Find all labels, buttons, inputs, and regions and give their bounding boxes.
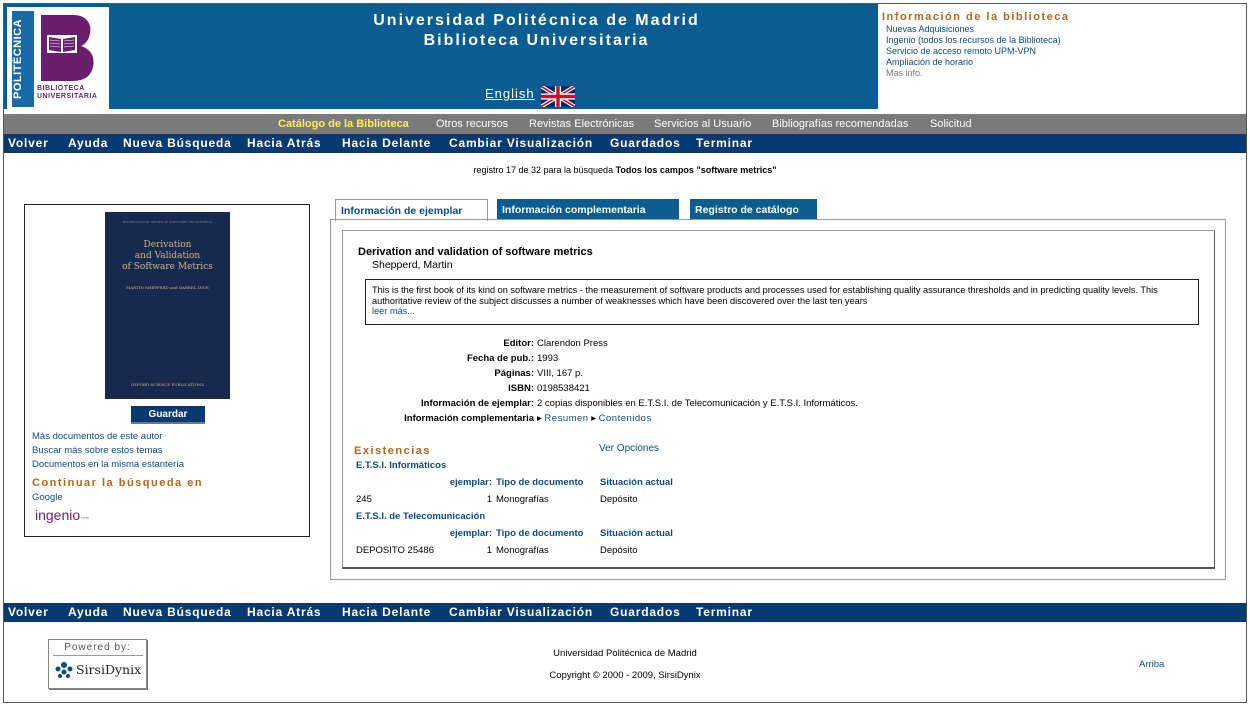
tab-registro-catalogo[interactable]: Registro de catálogo [690, 199, 817, 219]
info-link-hours[interactable]: Ampliación de horario [886, 57, 1246, 68]
field-row: Páginas: VIII, 167 p. [494, 368, 583, 379]
nav-hacia-atras[interactable]: Hacia Atrás [247, 605, 321, 619]
nav-hacia-atras[interactable]: Hacia Atrás [247, 136, 321, 150]
holdings-heading: Existencias [354, 445, 432, 457]
library-info-heading: Información de la biblioteca [882, 11, 1070, 23]
location-heading: E.T.S.I. Informáticos [356, 460, 447, 471]
tab-bibliografias[interactable]: Bibliografías recomendadas [772, 118, 908, 130]
info-link-new-acquisitions[interactable]: Nuevas Adquisiciones [886, 24, 1246, 35]
triangle-right-icon: ▸ [591, 413, 597, 424]
location-heading: E.T.S.I. de Telecomunicación [356, 511, 486, 522]
contenidos-link[interactable]: Contenidos [599, 413, 652, 424]
nav-hacia-delante[interactable]: Hacia Delante [342, 605, 431, 619]
nav-volver[interactable]: Volver [8, 136, 49, 150]
nav-guardados[interactable]: Guardados [610, 136, 681, 150]
logo-text: BIBLIOTECA UNIVERSITARIA [37, 85, 98, 100]
footer-university: Universidad Politécnica de Madrid [553, 648, 697, 659]
nav-cambiar-visualizacion[interactable]: Cambiar Visualización [449, 605, 593, 619]
info-link-more[interactable]: Mas info. [886, 68, 1246, 79]
summary-box: This is the first book of its kind on so… [365, 279, 1199, 325]
back-to-top-link[interactable]: Arriba [1139, 659, 1164, 670]
tab-revistas[interactable]: Revistas Electrónicas [529, 118, 634, 130]
nav-nueva-busqueda[interactable]: Nueva Búsqueda [123, 136, 232, 150]
section-tabs-bar: Catálogo de la Biblioteca Otros recursos… [4, 114, 1246, 134]
field-row: Fecha de pub.: 1993 [466, 353, 559, 364]
library-logo[interactable]: POLITÉCNICA BIBLIOTECA UNIVERSITARIA [7, 7, 109, 109]
continue-search-heading: Continuar la búsqueda en [32, 477, 204, 489]
tab-informacion-complementaria[interactable]: Información complementaria [497, 199, 679, 219]
field-row-complementary: Información complementaria ▸ Resumen ▸ C… [404, 413, 652, 424]
nav-terminar[interactable]: Terminar [696, 136, 753, 150]
tab-informacion-ejemplar[interactable]: Información de ejemplar [335, 199, 488, 221]
ingenio-dots-icon: · ‐·∙‐∙ [80, 515, 89, 522]
search-query: Todos los campos "software metrics" [615, 165, 777, 175]
field-row: ISBN: 0198538421 [508, 383, 590, 394]
sirsidynix-icon [55, 662, 73, 678]
library-info-panel: Información de la biblioteca Nuevas Adqu… [878, 4, 1246, 109]
library-b-logo-icon [41, 15, 94, 81]
left-sidebar-box: INTERNATIONAL SERIES OF SOFTWARE ENGINEE… [24, 204, 310, 537]
field-row: Información de ejemplar: 2 copias dispon… [421, 398, 858, 409]
record-position: registro 17 de 32 para la búsqueda Todos… [473, 165, 777, 175]
ingenio-logo-link[interactable]: ingenio· ‐·∙‐∙ [35, 507, 89, 523]
field-row: Editor: Clarendon Press [503, 338, 608, 349]
english-language-link[interactable]: English [485, 86, 535, 101]
view-options-link[interactable]: Ver Opciones [599, 443, 659, 454]
read-more-link[interactable]: leer más... [372, 306, 1192, 317]
link-same-shelf[interactable]: Documentos en la misma estantería [32, 458, 184, 472]
resumen-link[interactable]: Resumen [544, 413, 588, 424]
detail-panel: Derivation and validation of software me… [330, 219, 1226, 580]
nav-volver[interactable]: Volver [8, 605, 49, 619]
tab-servicios[interactable]: Servicios al Usuario [654, 118, 751, 130]
book-author[interactable]: Shepperd, Martin [372, 259, 453, 271]
nav-cambiar-visualizacion[interactable]: Cambiar Visualización [449, 136, 593, 150]
main-nav-top: Volver Ayuda Nueva Búsqueda Hacia Atrás … [4, 134, 1246, 153]
powered-by-sirsidynix-logo[interactable]: Powered by: SirsiDynix [48, 639, 147, 689]
book-title: Derivation and validation of software me… [358, 246, 593, 258]
triangle-right-icon: ▸ [537, 413, 542, 424]
uk-flag-icon[interactable] [541, 86, 575, 107]
nav-hacia-delante[interactable]: Hacia Delante [342, 136, 431, 150]
tab-solicitud[interactable]: Solicitud [930, 118, 972, 130]
footer-copyright: Copyright © 2000 - 2009, SirsiDynix [549, 670, 701, 681]
nav-terminar[interactable]: Terminar [696, 605, 753, 619]
book-cover-image: INTERNATIONAL SERIES OF SOFTWARE ENGINEE… [105, 212, 230, 399]
university-title: Universidad Politécnica de Madrid [373, 12, 700, 29]
link-more-on-topics[interactable]: Buscar más sobre estos temas [32, 444, 184, 458]
nav-nueva-busqueda[interactable]: Nueva Búsqueda [123, 605, 232, 619]
summary-text: This is the first book of its kind on so… [372, 285, 1158, 306]
tab-catalogo[interactable]: Catálogo de la Biblioteca [278, 118, 409, 130]
library-title: Biblioteca Universitaria [423, 32, 650, 49]
save-button[interactable]: Guardar [131, 406, 205, 424]
nav-ayuda[interactable]: Ayuda [68, 605, 108, 619]
info-link-ingenio[interactable]: Ingenio (todos los recursos de la Biblio… [886, 35, 1246, 46]
link-more-by-author[interactable]: Más documentos de este autor [32, 430, 184, 444]
record-detail: Derivation and validation of software me… [342, 230, 1215, 569]
nav-ayuda[interactable]: Ayuda [68, 136, 108, 150]
nav-guardados[interactable]: Guardados [610, 605, 681, 619]
info-link-vpn[interactable]: Servicio de acceso remoto UPM-VPN [886, 46, 1246, 57]
tab-otros-recursos[interactable]: Otros recursos [436, 118, 508, 130]
logo-side-text: POLITÉCNICA [12, 11, 34, 107]
google-link[interactable]: Google [32, 492, 63, 503]
main-nav-bottom: Volver Ayuda Nueva Búsqueda Hacia Atrás … [4, 603, 1246, 622]
